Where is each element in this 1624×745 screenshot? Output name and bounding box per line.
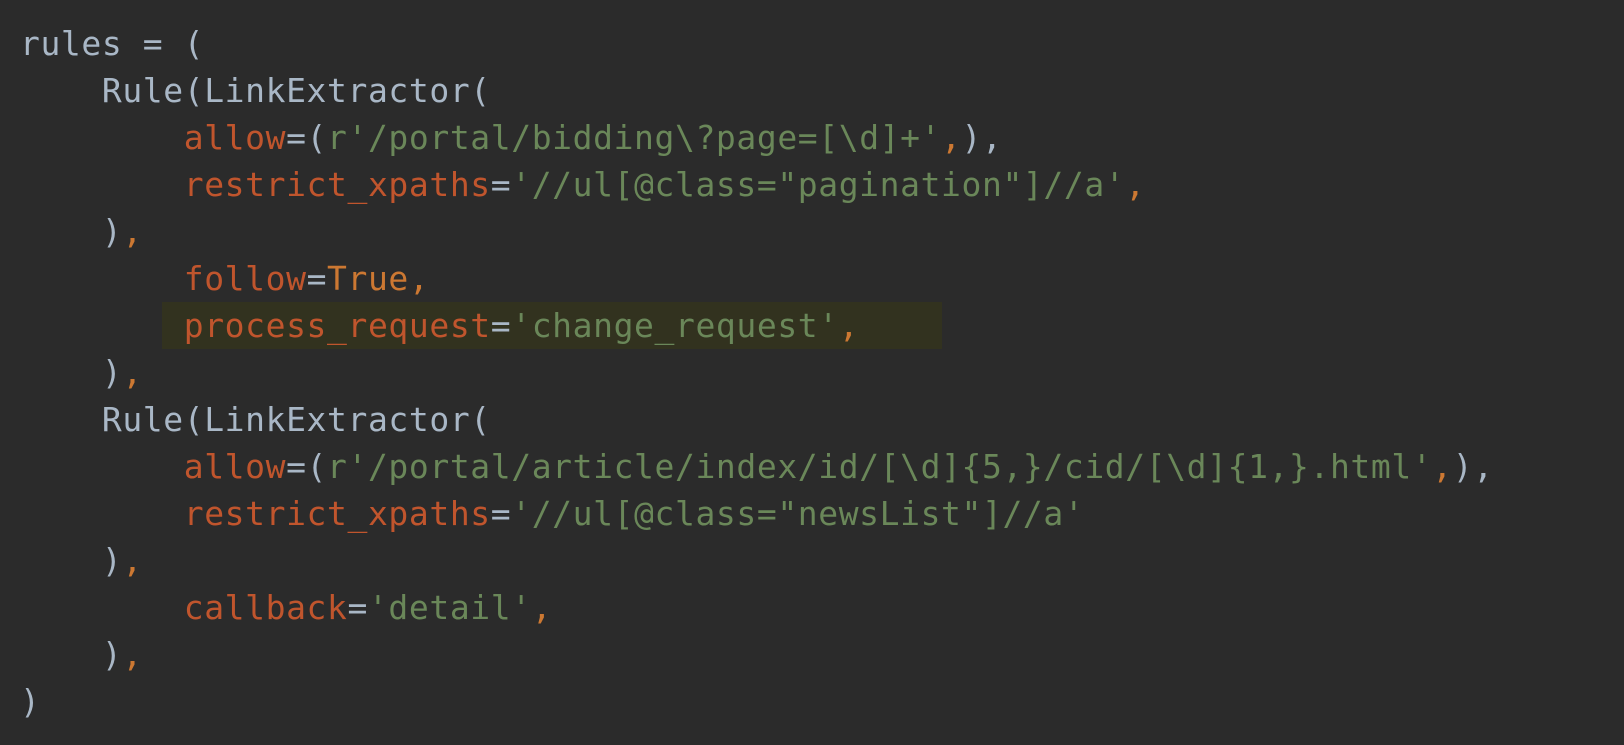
code-token: , xyxy=(122,541,143,580)
code-token: ), xyxy=(961,118,1003,157)
code-token: =( xyxy=(286,447,328,486)
code-line[interactable]: restrict_xpaths='//ul[@class="newsList"]… xyxy=(20,490,1624,537)
code-line[interactable]: follow=True, xyxy=(20,255,1624,302)
code-token: , xyxy=(838,306,860,345)
code-line[interactable]: Rule(LinkExtractor( xyxy=(20,67,1624,114)
code-token: , xyxy=(941,118,962,157)
code-line[interactable]: ), xyxy=(20,537,1624,584)
code-token: restrict_xpaths xyxy=(183,494,491,533)
code-token: =( xyxy=(286,118,328,157)
code-line-highlighted[interactable]: process_request='change_request', xyxy=(20,302,1624,349)
code-token: '//ul[@class="newsList"]//a' xyxy=(511,494,1085,533)
code-token: 'detail' xyxy=(367,588,532,627)
code-token: , xyxy=(122,212,143,251)
code-line[interactable]: ), xyxy=(20,349,1624,396)
code-token: r'/portal/article/index/id/[\d]{5,}/cid/… xyxy=(327,447,1433,486)
code-token: = xyxy=(490,165,512,204)
code-token: , xyxy=(122,353,143,392)
code-token: , xyxy=(122,635,143,674)
code-token: = xyxy=(490,306,512,345)
code-line[interactable]: rules = ( xyxy=(20,20,1624,67)
code-token: ) xyxy=(20,635,123,674)
code-token: 'change_request' xyxy=(511,306,839,345)
code-token: ) xyxy=(20,353,123,392)
code-line[interactable]: allow=(r'/portal/article/index/id/[\d]{5… xyxy=(20,443,1624,490)
code-token: = xyxy=(306,259,328,298)
code-token: ) xyxy=(20,682,41,721)
code-token: r'/portal/bidding\?page=[\d]+' xyxy=(327,118,942,157)
code-line[interactable]: callback='detail', xyxy=(20,584,1624,631)
code-token: allow xyxy=(183,118,287,157)
code-line[interactable]: restrict_xpaths='//ul[@class="pagination… xyxy=(20,161,1624,208)
code-token: , xyxy=(408,259,430,298)
code-token: '//ul[@class="pagination"]//a' xyxy=(511,165,1126,204)
code-line[interactable]: ) xyxy=(20,678,1624,725)
code-line[interactable]: ), xyxy=(20,631,1624,678)
code-token: ) xyxy=(20,541,123,580)
code-token: , xyxy=(1125,165,1146,204)
code-line[interactable]: Rule(LinkExtractor( xyxy=(20,396,1624,443)
code-token: , xyxy=(1432,447,1453,486)
code-token: Rule(LinkExtractor( xyxy=(20,400,491,439)
code-token: callback xyxy=(183,588,348,627)
code-editor[interactable]: rules = ( Rule(LinkExtractor( allow=(r'/… xyxy=(0,0,1624,745)
code-token: Rule(LinkExtractor( xyxy=(20,71,491,110)
code-token: follow xyxy=(183,259,307,298)
code-token: = xyxy=(490,494,512,533)
code-token: rules = ( xyxy=(20,24,205,63)
code-token: True xyxy=(327,259,409,298)
code-line[interactable]: allow=(r'/portal/bidding\?page=[\d]+',), xyxy=(20,114,1624,161)
code-token: = xyxy=(347,588,368,627)
code-token: process_request xyxy=(183,306,491,345)
code-token: allow xyxy=(183,447,287,486)
code-token: restrict_xpaths xyxy=(183,165,491,204)
code-token: ), xyxy=(1452,447,1494,486)
code-token: ) xyxy=(20,212,123,251)
code-token: , xyxy=(531,588,553,627)
code-line[interactable]: ), xyxy=(20,208,1624,255)
